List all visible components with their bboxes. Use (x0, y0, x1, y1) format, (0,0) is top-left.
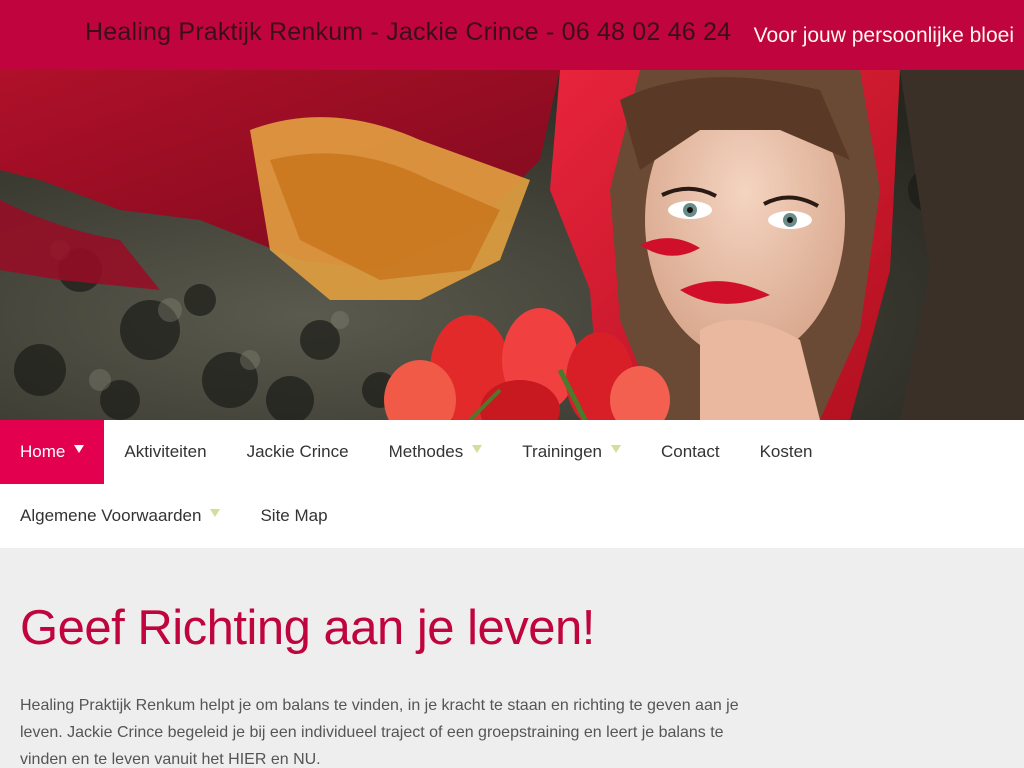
nav-label: Site Map (260, 506, 328, 525)
nav-item-site-map[interactable]: Site Map (240, 484, 347, 548)
nav-item-algemene-voorwaarden[interactable]: Algemene Voorwaarden (0, 484, 240, 548)
chevron-down-icon (74, 445, 85, 453)
nav-label: Kosten (759, 442, 813, 461)
nav-item-jackie-crince[interactable]: Jackie Crince (227, 420, 369, 484)
nav-label: Contact (660, 442, 720, 461)
nav-item-kosten[interactable]: Kosten (740, 420, 833, 484)
chevron-down-icon (210, 509, 221, 517)
nav-label: Trainingen (522, 442, 602, 461)
nav-row-1: Home Aktiviteiten Jackie Crince Methodes… (0, 420, 833, 484)
nav-row-2: Algemene Voorwaarden Site Map (0, 484, 348, 548)
nav-item-aktiviteiten[interactable]: Aktiviteiten (104, 420, 226, 484)
hero-photo (0, 70, 1024, 420)
nav-label: Jackie Crince (246, 442, 349, 461)
page-heading: Geef Richting aan je leven! (20, 601, 595, 655)
nav-item-home[interactable]: Home (0, 420, 105, 484)
site-title[interactable]: Healing Praktijk Renkum - Jackie Crince … (85, 18, 731, 47)
intro-paragraph: Healing Praktijk Renkum helpt je om bala… (20, 697, 739, 768)
site-tagline: Voor jouw persoonlijke bloei (753, 24, 1014, 47)
chevron-down-icon (610, 445, 621, 453)
nav-label: Algemene Voorwaarden (20, 506, 202, 525)
chevron-down-icon (472, 445, 483, 453)
nav-label: Home (20, 442, 66, 461)
top-bar: Healing Praktijk Renkum - Jackie Crince … (0, 0, 1024, 70)
nav-item-trainingen[interactable]: Trainingen (502, 420, 641, 484)
nav-label: Aktiviteiten (124, 442, 207, 461)
nav-item-methodes[interactable]: Methodes (369, 420, 503, 484)
nav-item-contact[interactable]: Contact (641, 420, 740, 484)
hero-image (0, 70, 1024, 420)
main-navigation: Home Aktiviteiten Jackie Crince Methodes… (0, 420, 1024, 548)
nav-label: Methodes (388, 442, 464, 461)
main-content: Geef Richting aan je leven! Healing Prak… (20, 548, 760, 768)
